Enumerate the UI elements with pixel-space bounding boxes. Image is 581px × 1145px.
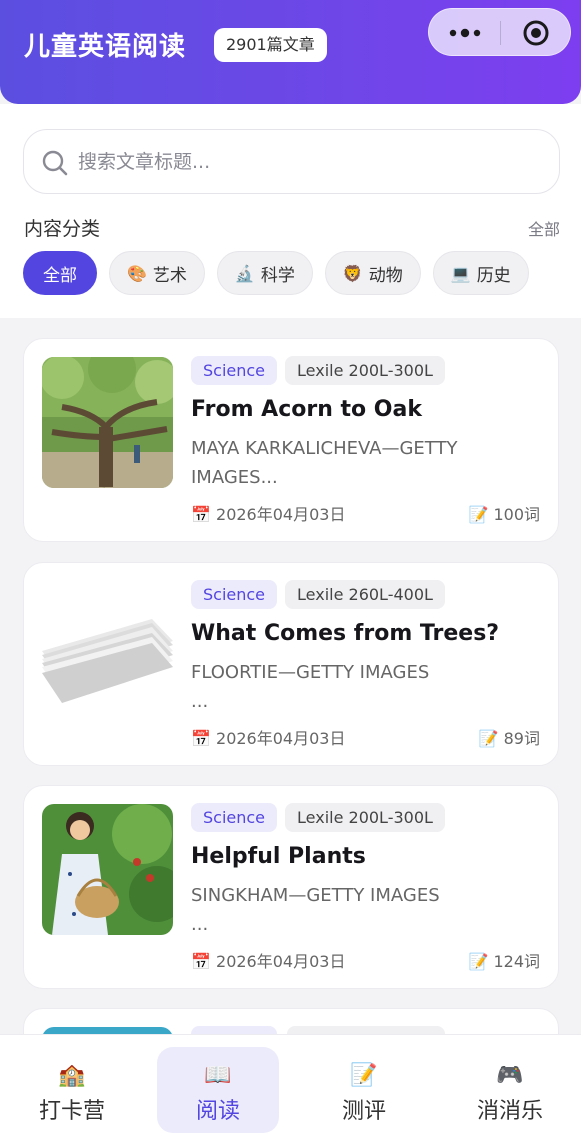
category-chip-label: 全部 [43,265,77,286]
tab-reading[interactable]: 📖 阅读 [157,1047,279,1133]
search-icon [42,150,68,176]
article-title: From Acorn to Oak [191,397,422,422]
article-title: What Comes from Trees? [191,621,500,646]
article-word-count: 📝 89词 [479,725,540,749]
subject-tag: Science [191,356,278,385]
target-icon[interactable] [522,19,550,47]
app-title: 儿童英语阅读 [24,32,187,62]
category-chip-label: 科学 [260,265,295,286]
mini-program-capsule [428,8,571,56]
word-count-text: 100词 [493,505,540,524]
search-input[interactable] [78,130,538,193]
category-section-title: 内容分类 [24,218,101,240]
article-word-count: 📝 124词 [468,948,540,972]
subject-tag: Science [191,803,278,832]
lexile-tag: Lexile 200L-300L [285,356,445,385]
more-dots-icon[interactable] [447,25,483,41]
laptop-icon: 💻 [450,263,471,283]
school-icon: 🏫 [58,1063,86,1088]
tab-assessment[interactable]: 📝 测评 [303,1047,425,1133]
memo-icon: 📝 [478,729,499,748]
game-controller-icon: 🎮 [496,1063,524,1088]
article-date: 📅 2026年04月03日 [191,725,345,749]
article-date: 📅 2026年04月03日 [191,948,345,972]
open-book-icon: 📖 [204,1063,232,1088]
category-chip-label: 艺术 [152,265,187,286]
date-text: 2026年04月03日 [216,729,346,748]
calendar-icon: 📅 [191,505,211,524]
tab-label: 测评 [341,1099,386,1124]
article-source: SINGKHAM—GETTY IMAGES ... [191,885,440,935]
category-chip-label: 动物 [368,265,403,286]
article-source: FLOORTIE—GETTY IMAGES ... [191,662,430,712]
article-card[interactable]: Science Lexile 260L-400L What Comes from… [23,562,559,766]
lion-icon: 🦁 [342,263,363,283]
article-source: MAYA KARKALICHEVA—GETTY IMAGES... [191,438,458,488]
article-card[interactable]: Science Lexile 200L-300L From Acorn to O… [23,338,559,542]
filter-panel: 内容分类 全部 全部 🎨 艺术 🔬 科学 🦁 动物 💻 历史 [0,104,581,318]
tab-label: 阅读 [195,1099,240,1124]
lexile-tag: Lexile 200L-300L [285,803,445,832]
tab-match-game[interactable]: 🎮 消消乐 [449,1047,571,1133]
tag-row: Science Lexile 260L-400L [191,580,445,609]
tag-row: Science Lexile 200L-300L [191,356,445,385]
paper-stack-image [42,581,173,712]
article-title: Helpful Plants [191,844,366,869]
category-chip-art[interactable]: 🎨 艺术 [109,251,205,295]
article-card[interactable]: Science Lexile 200L-300L Helpful Plants … [23,785,559,989]
tag-row: Science Lexile 200L-300L [191,803,445,832]
subject-tag: Science [191,580,278,609]
bottom-tab-bar: 🏫 打卡营 📖 阅读 📝 测评 🎮 消消乐 [0,1034,581,1145]
category-chip-all[interactable]: 全部 [23,251,97,295]
article-count-badge: 2901篇文章 [214,28,327,62]
tab-label: 消消乐 [476,1099,543,1124]
girl-garden-image [42,804,173,935]
tab-checkin-camp[interactable]: 🏫 打卡营 [11,1047,133,1133]
article-date: 📅 2026年04月03日 [191,501,345,525]
article-word-count: 📝 100词 [468,501,540,525]
word-count-text: 89词 [503,729,540,748]
palette-icon: 🎨 [127,263,147,283]
memo-icon: 📝 [350,1063,378,1088]
category-chip-animals[interactable]: 🦁 动物 [324,251,421,295]
tab-label: 打卡营 [38,1099,105,1124]
tree-image [42,357,173,488]
date-text: 2026年04月03日 [216,952,346,971]
category-chip-label: 历史 [476,265,511,286]
calendar-icon: 📅 [191,729,211,748]
word-count-text: 124词 [493,952,540,971]
app-header: 儿童英语阅读 2901篇文章 [0,0,581,104]
category-chips: 全部 🎨 艺术 🔬 科学 🦁 动物 💻 历史 [23,251,529,295]
lexile-tag: Lexile 260L-400L [285,580,445,609]
category-chip-history[interactable]: 💻 历史 [432,251,529,295]
category-chip-science[interactable]: 🔬 科学 [216,251,313,295]
memo-icon: 📝 [468,952,489,971]
category-all-link[interactable]: 全部 [528,216,560,240]
memo-icon: 📝 [468,505,489,524]
date-text: 2026年04月03日 [216,505,346,524]
microscope-icon: 🔬 [234,263,255,283]
search-box [23,129,560,194]
calendar-icon: 📅 [191,952,211,971]
capsule-divider [500,21,501,45]
